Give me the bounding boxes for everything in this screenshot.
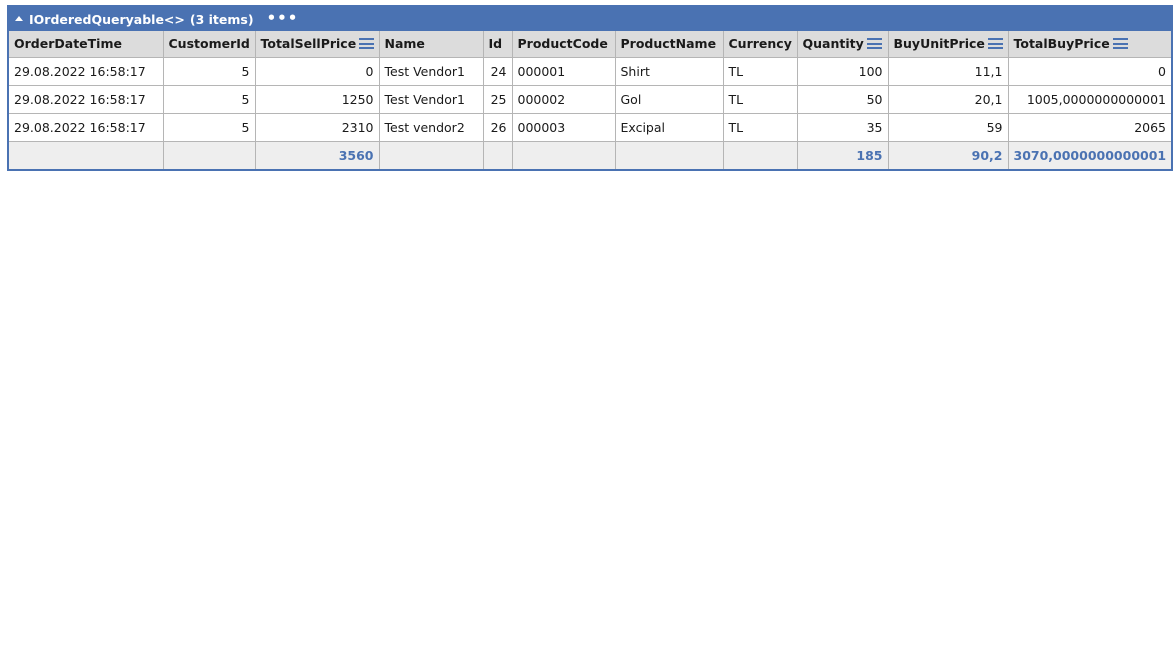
- total-currency: [722, 140, 798, 169]
- column-header-label: Quantity: [802, 36, 864, 52]
- column-header-label: OrderDateTime: [14, 36, 122, 52]
- total-customerid: [162, 140, 256, 169]
- column-header-productname[interactable]: ProductName: [614, 31, 724, 58]
- cell-name[interactable]: Test vendor2: [378, 112, 484, 142]
- cell-productcode[interactable]: 000001: [511, 56, 616, 86]
- column-header-label: Id: [488, 36, 503, 52]
- column-header-totalbuyprice[interactable]: TotalBuyPrice: [1007, 31, 1171, 58]
- total-orderdatetime: [9, 140, 164, 169]
- total-totalbuyprice: 3070,0000000000001: [1007, 140, 1171, 169]
- column-header-name[interactable]: Name: [378, 31, 484, 58]
- result-item-count: (3 items): [189, 11, 254, 27]
- sum-menu-icon[interactable]: [866, 38, 882, 50]
- cell-totalbuyprice[interactable]: 2065: [1007, 112, 1171, 142]
- total-buyunitprice: 90,2: [887, 140, 1009, 169]
- result-panel-header[interactable]: IOrderedQueryable<> (3 items) •••: [9, 7, 1171, 31]
- cell-productcode[interactable]: 000003: [511, 112, 616, 142]
- total-productcode: [511, 140, 616, 169]
- sum-menu-icon[interactable]: [987, 38, 1003, 50]
- table-row: 29.08.2022 16:58:17 5 0 Test Vendor1 24 …: [9, 56, 1171, 86]
- column-header-totalsellprice[interactable]: TotalSellPrice: [254, 31, 380, 58]
- column-header-id[interactable]: Id: [482, 31, 513, 58]
- column-header-label: ProductName: [620, 36, 717, 52]
- cell-productname[interactable]: Gol: [614, 84, 724, 114]
- cell-customerid[interactable]: 5: [162, 84, 256, 114]
- cell-customerid[interactable]: 5: [162, 56, 256, 86]
- cell-orderdatetime[interactable]: 29.08.2022 16:58:17: [9, 84, 164, 114]
- result-type-title: IOrderedQueryable<>: [29, 11, 185, 27]
- total-id: [482, 140, 513, 169]
- sum-menu-icon[interactable]: [359, 38, 374, 50]
- column-header-quantity[interactable]: Quantity: [796, 31, 889, 58]
- column-header-label: Name: [384, 36, 425, 52]
- column-header-label: ProductCode: [517, 36, 608, 52]
- result-grid: OrderDateTime CustomerId TotalSellPrice …: [9, 31, 1171, 169]
- collapse-triangle-icon[interactable]: [15, 16, 23, 21]
- total-totalsellprice: 3560: [254, 140, 380, 169]
- total-name: [378, 140, 484, 169]
- cell-id[interactable]: 24: [482, 56, 513, 86]
- column-header-label: Currency: [728, 36, 792, 52]
- cell-currency[interactable]: TL: [722, 112, 798, 142]
- cell-quantity[interactable]: 50: [796, 84, 889, 114]
- more-options-icon[interactable]: •••: [267, 10, 299, 26]
- column-header-customerid[interactable]: CustomerId: [162, 31, 256, 58]
- cell-currency[interactable]: TL: [722, 56, 798, 86]
- cell-totalsellprice[interactable]: 1250: [254, 84, 380, 114]
- sum-menu-icon[interactable]: [1112, 38, 1128, 50]
- cell-totalbuyprice[interactable]: 1005,0000000000001: [1007, 84, 1171, 114]
- cell-buyunitprice[interactable]: 59: [887, 112, 1009, 142]
- cell-quantity[interactable]: 100: [796, 56, 889, 86]
- table-row: 29.08.2022 16:58:17 5 2310 Test vendor2 …: [9, 112, 1171, 142]
- cell-productname[interactable]: Excipal: [614, 112, 724, 142]
- column-header-label: CustomerId: [168, 36, 250, 52]
- cell-productcode[interactable]: 000002: [511, 84, 616, 114]
- column-header-buyunitprice[interactable]: BuyUnitPrice: [887, 31, 1009, 58]
- total-productname: [614, 140, 724, 169]
- cell-customerid[interactable]: 5: [162, 112, 256, 142]
- cell-buyunitprice[interactable]: 20,1: [887, 84, 1009, 114]
- table-row: 29.08.2022 16:58:17 5 1250 Test Vendor1 …: [9, 84, 1171, 114]
- cell-id[interactable]: 26: [482, 112, 513, 142]
- cell-quantity[interactable]: 35: [796, 112, 889, 142]
- column-header-productcode[interactable]: ProductCode: [511, 31, 616, 58]
- cell-orderdatetime[interactable]: 29.08.2022 16:58:17: [9, 56, 164, 86]
- cell-buyunitprice[interactable]: 11,1: [887, 56, 1009, 86]
- totals-row: 3560 185 90,2 3070,0000000000001: [9, 140, 1171, 169]
- cell-currency[interactable]: TL: [722, 84, 798, 114]
- column-header-orderdatetime[interactable]: OrderDateTime: [9, 31, 164, 58]
- column-header-label: TotalSellPrice: [260, 36, 357, 52]
- cell-orderdatetime[interactable]: 29.08.2022 16:58:17: [9, 112, 164, 142]
- column-header-currency[interactable]: Currency: [722, 31, 798, 58]
- cell-totalsellprice[interactable]: 0: [254, 56, 380, 86]
- grid-header-row: OrderDateTime CustomerId TotalSellPrice …: [9, 31, 1171, 58]
- column-header-label: TotalBuyPrice: [1013, 36, 1110, 52]
- cell-name[interactable]: Test Vendor1: [378, 56, 484, 86]
- cell-productname[interactable]: Shirt: [614, 56, 724, 86]
- cell-totalsellprice[interactable]: 2310: [254, 112, 380, 142]
- cell-id[interactable]: 25: [482, 84, 513, 114]
- column-header-label: BuyUnitPrice: [893, 36, 985, 52]
- cell-totalbuyprice[interactable]: 0: [1007, 56, 1171, 86]
- total-quantity: 185: [796, 140, 889, 169]
- cell-name[interactable]: Test Vendor1: [378, 84, 484, 114]
- query-result-panel: IOrderedQueryable<> (3 items) ••• OrderD…: [7, 5, 1173, 171]
